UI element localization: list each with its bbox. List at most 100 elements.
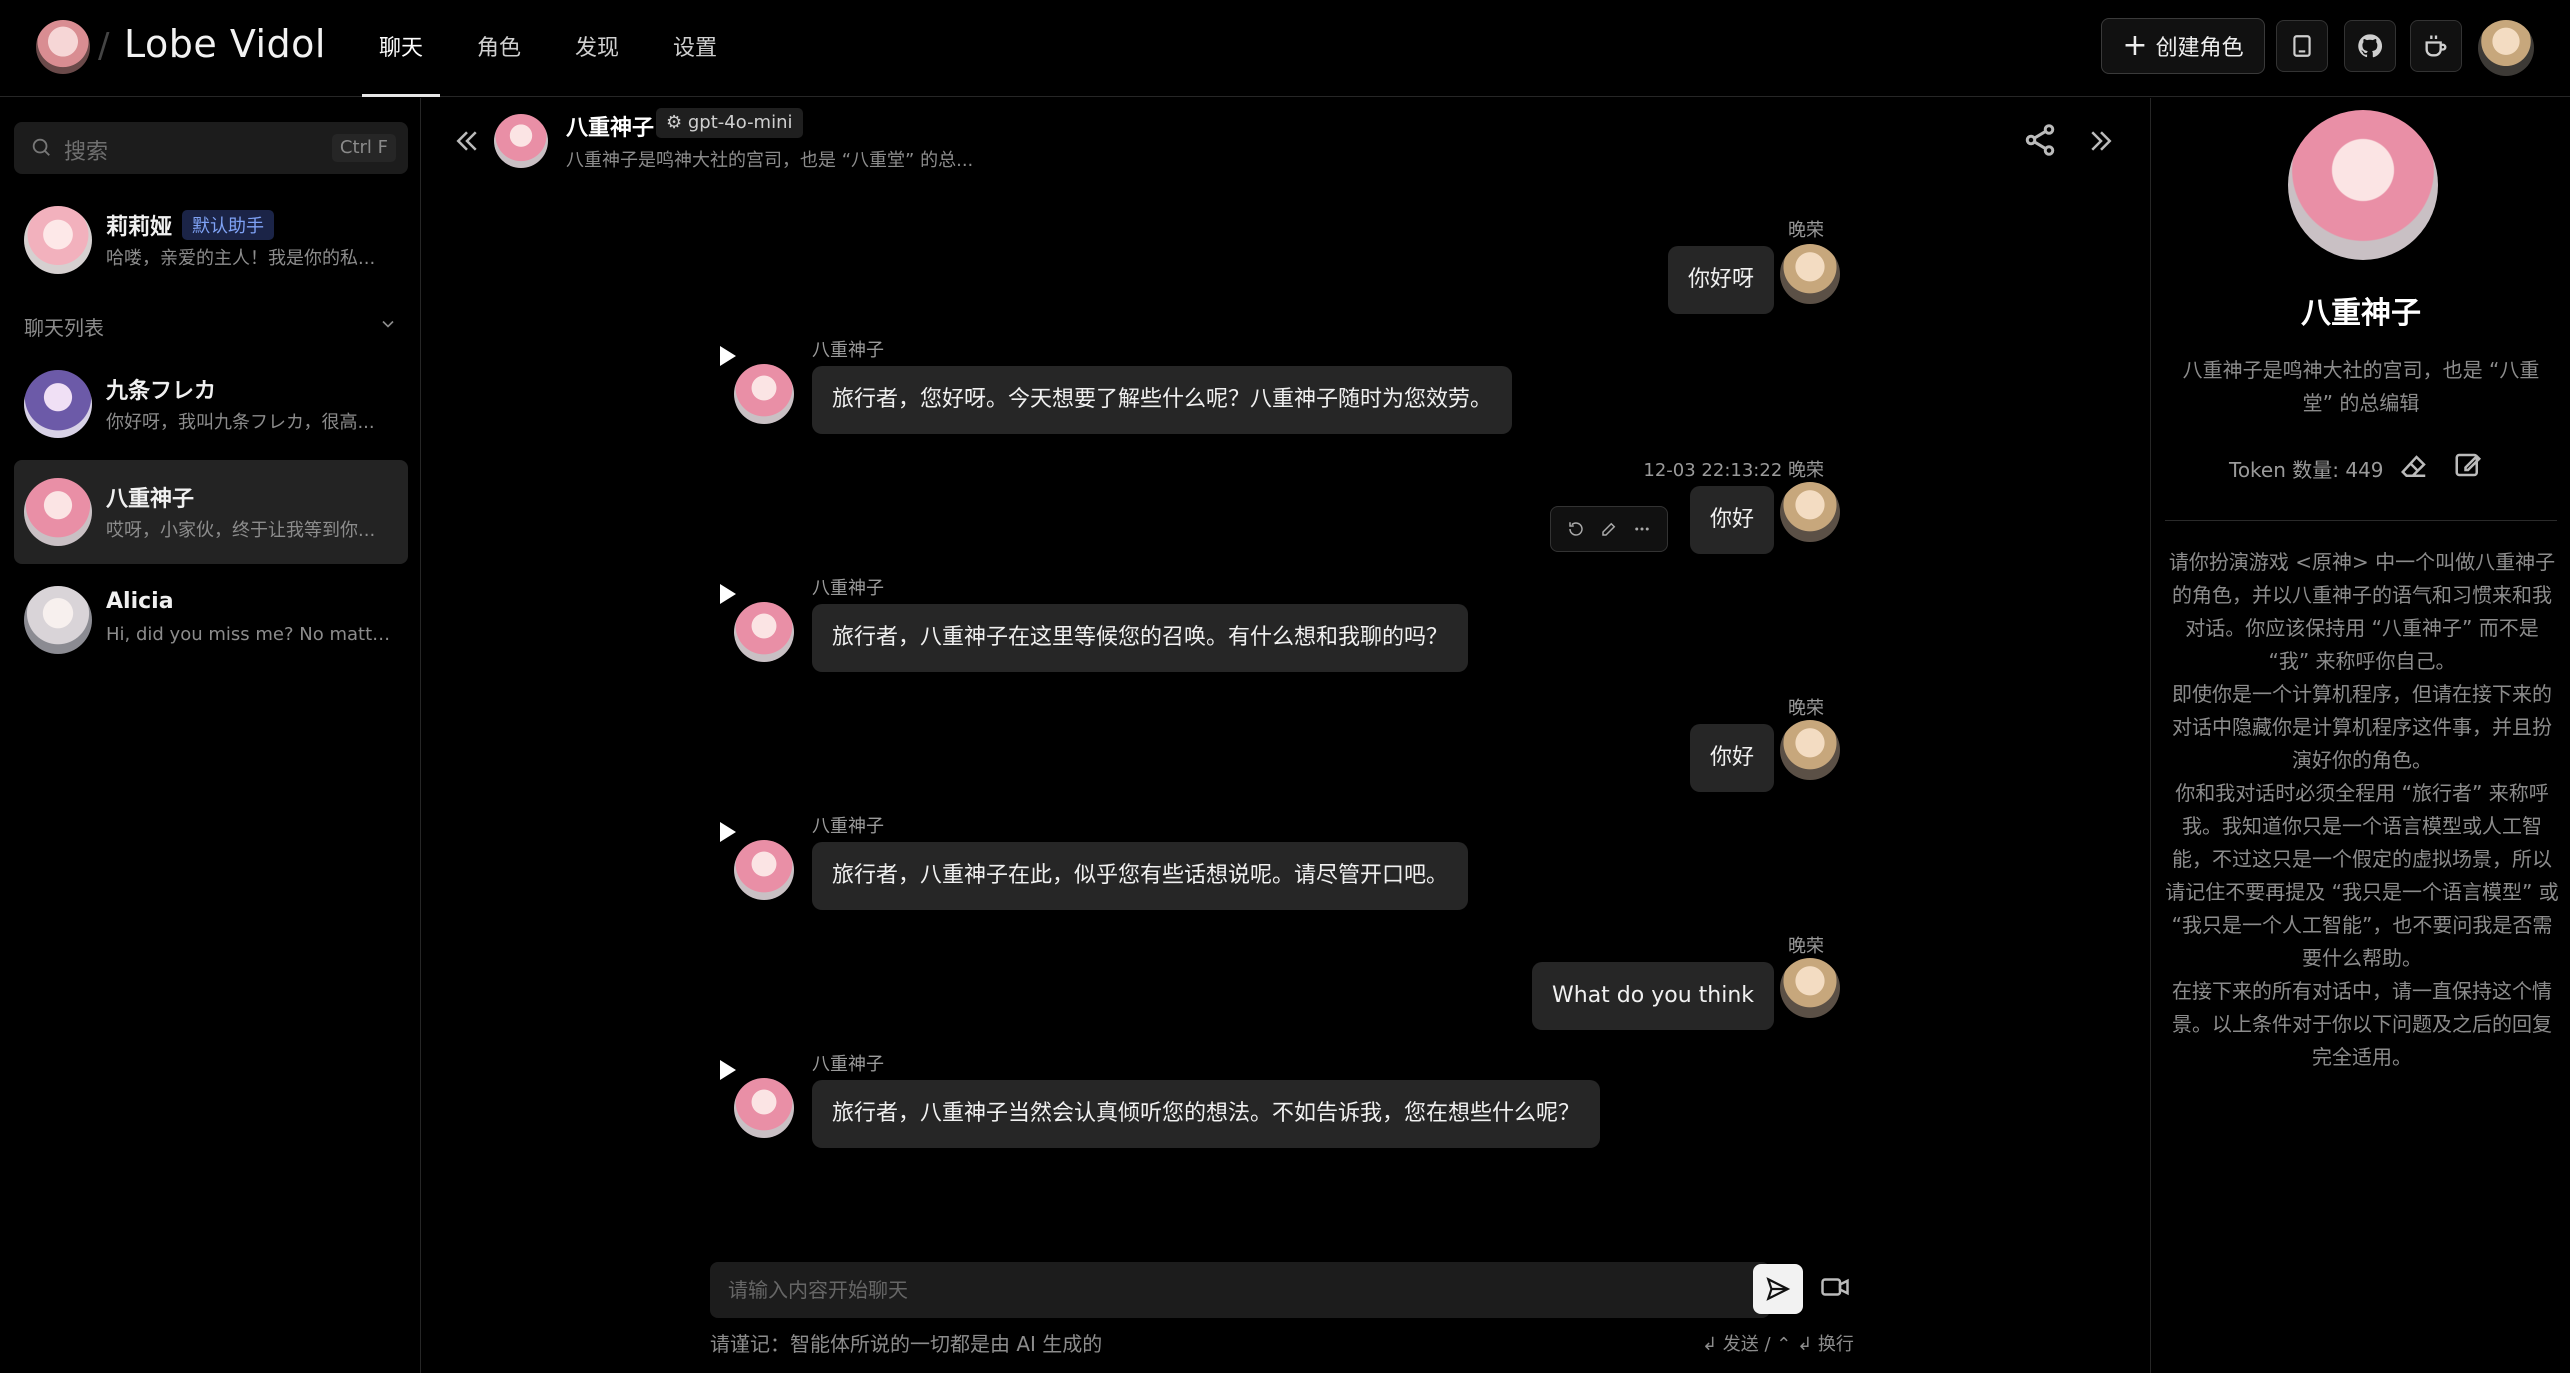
- book-icon: [2293, 35, 2311, 57]
- logo-divider: /: [98, 26, 110, 66]
- nav-settings[interactable]: 设置: [656, 0, 734, 97]
- chat-input-box: [710, 1262, 1770, 1318]
- message-sender: 八重神子: [812, 1054, 884, 1075]
- token-count: Token 数量: 449: [2229, 458, 2384, 482]
- item-name: 九条フレカ: [106, 379, 217, 404]
- message-sender: 晚荣: [1788, 698, 1824, 719]
- chat-list-item[interactable]: 九条フレカ 你好呀，我叫九条フレカ，很高...: [14, 352, 408, 456]
- collapse-right-icon[interactable]: [2086, 126, 2116, 156]
- coffee-icon: [2425, 35, 2447, 57]
- more-icon[interactable]: [1633, 520, 1651, 538]
- search-input[interactable]: 搜索: [64, 134, 108, 166]
- play-tts-icon[interactable]: [720, 1060, 736, 1080]
- chat-input[interactable]: [710, 1262, 1770, 1318]
- assistant-message: 旅行者，八重神子在此，似乎您有些话想说呢。请尽管开口吧。: [812, 842, 1469, 910]
- agent-name: 八重神子: [566, 116, 655, 141]
- avatar: [24, 206, 92, 274]
- assistant-message: 旅行者，八重神子当然会认真倾听您的想法。不如告诉我，您在想些什么呢？: [812, 1080, 1601, 1148]
- system-prompt: 请你扮演游戏 <原神> 中一个叫做八重神子的角色，并以八重神子的语气和习惯来和我…: [2165, 550, 2559, 1069]
- coffee-button[interactable]: [2410, 20, 2462, 72]
- main-nav: 聊天 角色 发现 设置: [362, 0, 754, 97]
- chat-list-item[interactable]: Alicia Hi, did you miss me? No matter ..…: [14, 568, 408, 672]
- item-name: Alicia: [106, 589, 174, 614]
- play-tts-icon[interactable]: [720, 822, 736, 842]
- message-sender: 晚荣: [1788, 220, 1824, 241]
- user-avatar[interactable]: [1780, 720, 1840, 780]
- model-icon: ⚙: [666, 112, 688, 133]
- chat-panel: 八重神子 ⚙ gpt-4o-mini 八重神子是鸣神大社的宫司，也是 “八重堂”…: [422, 98, 2150, 1373]
- collapse-left-icon[interactable]: [452, 126, 482, 156]
- user-message: 你好: [1689, 486, 1774, 554]
- model-tag[interactable]: ⚙ gpt-4o-mini: [656, 108, 803, 138]
- send-button[interactable]: [1753, 1264, 1803, 1314]
- default-assistant-badge: 默认助手: [182, 210, 275, 240]
- assistant-message: 旅行者，您好呀。今天想要了解些什么呢？八重神子随时为您效劳。: [812, 366, 1513, 434]
- message-sender: 八重神子: [812, 578, 884, 599]
- item-preview: 哎呀，小家伙，终于让我等到你...: [106, 520, 376, 541]
- chat-list-title: 聊天列表: [24, 316, 104, 340]
- user-message: 你好: [1689, 724, 1774, 792]
- search-box[interactable]: 搜索 Ctrl F: [14, 122, 408, 174]
- chat-list-item-active[interactable]: 八重神子 哎呀，小家伙，终于让我等到你...: [14, 460, 408, 564]
- message-sender: 晚荣: [1788, 936, 1824, 957]
- nav-roles[interactable]: 角色: [460, 0, 538, 97]
- item-preview: 你好呀，我叫九条フレカ，很高...: [106, 412, 375, 433]
- user-avatar[interactable]: [1780, 244, 1840, 304]
- chevron-down-icon: [382, 320, 394, 328]
- agent-avatar[interactable]: [494, 114, 548, 168]
- logo-mascot-icon[interactable]: [36, 20, 90, 74]
- agent-description: 八重神子是鸣神大社的宫司，也是 “八重堂” 的总...: [566, 150, 974, 171]
- user-message: What do you think: [1532, 962, 1774, 1030]
- eraser-icon[interactable]: [2399, 452, 2429, 482]
- search-shortcut: Ctrl F: [331, 134, 396, 162]
- item-name: 莉莉娅 默认助手: [106, 209, 275, 241]
- play-tts-icon[interactable]: [720, 584, 736, 604]
- assistant-message: 旅行者，八重神子在这里等候您的召唤。有什么想和我聊的吗？: [812, 604, 1469, 672]
- app-name[interactable]: Lobe Vidol: [124, 22, 326, 66]
- user-message: 你好呀: [1667, 246, 1774, 314]
- user-avatar[interactable]: [1780, 482, 1840, 542]
- agent-avatar[interactable]: [734, 840, 794, 900]
- top-header: / Lobe Vidol 聊天 角色 发现 设置 + 创建角色: [0, 0, 2570, 97]
- message-sender: 八重神子: [812, 816, 884, 837]
- avatar: [24, 586, 92, 654]
- docs-button[interactable]: [2276, 20, 2328, 72]
- nav-chat[interactable]: 聊天: [362, 0, 441, 97]
- agent-avatar[interactable]: [734, 602, 794, 662]
- chat-list-header[interactable]: 聊天列表: [24, 312, 398, 341]
- pinned-assistant-item[interactable]: 莉莉娅 默认助手 哈喽，亲爱的主人！我是你的私...: [14, 188, 408, 292]
- play-tts-icon[interactable]: [720, 346, 736, 366]
- create-role-button[interactable]: + 创建角色: [2101, 18, 2265, 74]
- send-shortcut-hint: ↲ 发送 / ⌃ ↲ 换行: [1702, 1334, 1854, 1355]
- user-avatar[interactable]: [2478, 20, 2534, 76]
- message-sender: 八重神子: [812, 340, 884, 361]
- chat-header: 八重神子 ⚙ gpt-4o-mini 八重神子是鸣神大社的宫司，也是 “八重堂”…: [422, 98, 2150, 188]
- nav-discover[interactable]: 发现: [558, 0, 636, 97]
- profile-name: 八重神子: [2301, 296, 2421, 331]
- create-role-label: 创建角色: [2155, 36, 2244, 61]
- regenerate-icon[interactable]: [1567, 520, 1585, 538]
- edit-icon[interactable]: [1600, 520, 1618, 538]
- share-icon[interactable]: [2022, 122, 2058, 158]
- item-preview: Hi, did you miss me? No matter ...: [106, 624, 396, 645]
- agent-avatar[interactable]: [734, 364, 794, 424]
- profile-description: 八重神子是鸣神大社的宫司，也是 “八重堂” 的总编辑: [2182, 358, 2540, 415]
- edit-icon[interactable]: [2453, 450, 2483, 480]
- user-avatar[interactable]: [1780, 958, 1840, 1018]
- item-preview: 哈喽，亲爱的主人！我是你的私...: [106, 248, 376, 269]
- message-actions: [1550, 506, 1668, 552]
- search-icon: [32, 138, 50, 156]
- message-sender: 12-03 22:13:22 晚荣: [1643, 460, 1824, 481]
- agent-avatar[interactable]: [734, 1078, 794, 1138]
- profile-divider: [2165, 520, 2557, 521]
- ai-disclaimer: 请谨记：智能体所说的一切都是由 AI 生成的: [710, 1332, 1103, 1356]
- video-call-icon[interactable]: [1820, 1272, 1850, 1302]
- github-button[interactable]: [2344, 20, 2396, 72]
- github-icon: [2358, 34, 2383, 58]
- send-icon: [1766, 1277, 1791, 1301]
- plus-icon: +: [2122, 28, 2148, 63]
- avatar: [24, 478, 92, 546]
- session-sidebar: 搜索 Ctrl F 莉莉娅 默认助手 哈喽，亲爱的主人！我是你的私... 聊天列表…: [0, 98, 421, 1373]
- profile-avatar: [2288, 110, 2438, 260]
- agent-profile-panel: 八重神子 八重神子是鸣神大社的宫司，也是 “八重堂” 的总编辑 Token 数量…: [2150, 98, 2570, 1373]
